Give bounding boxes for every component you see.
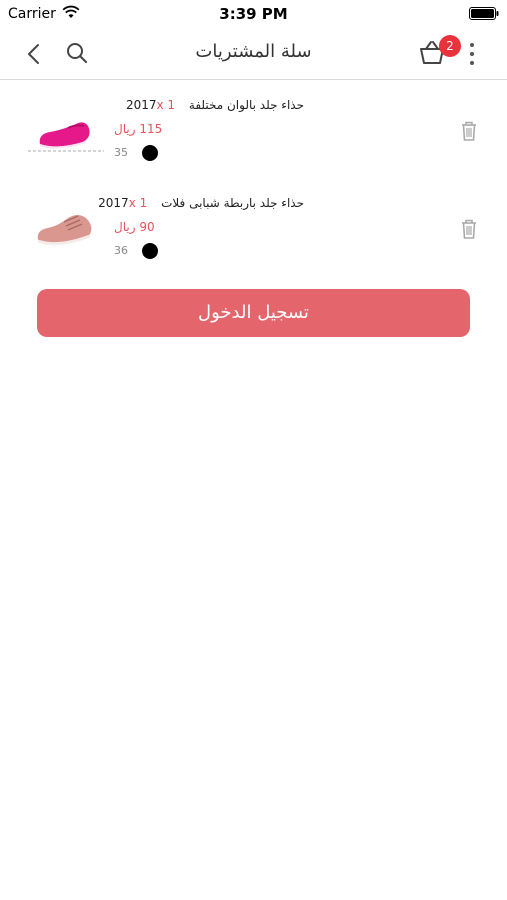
item-size: 36 xyxy=(114,244,128,257)
beige-shoe-image xyxy=(37,215,92,246)
more-vertical-icon[interactable] xyxy=(466,42,478,66)
cart-count-badge: 2 xyxy=(439,35,461,57)
trash-icon[interactable] xyxy=(460,218,478,240)
battery-icon xyxy=(469,7,499,20)
item-title-row: حذاء جلد باربطة شبابى فلات 2017x 1 xyxy=(98,196,304,210)
cart-item: حذاء جلد بالوان مختلفة 2017x 1 115 ريال … xyxy=(0,92,507,172)
status-bar: Carrier 3:39 PM xyxy=(0,0,507,28)
login-button[interactable]: تسجيل الدخول xyxy=(37,289,470,337)
item-title-row: حذاء جلد بالوان مختلفة 2017x 1 xyxy=(114,98,304,112)
nav-bar: سلة المشتريات 2 xyxy=(0,28,507,80)
clock: 3:39 PM xyxy=(219,5,288,23)
trash-icon[interactable] xyxy=(460,120,478,142)
item-color-swatch xyxy=(142,243,158,259)
cart-item: حذاء جلد باربطة شبابى فلات 2017x 1 90 ري… xyxy=(0,190,507,270)
item-price: 115 ريال xyxy=(114,122,163,136)
item-color-swatch xyxy=(142,145,158,161)
item-size: 35 xyxy=(114,146,128,159)
pink-shoe-image xyxy=(28,122,104,152)
item-quantity: x 1 xyxy=(156,98,176,112)
item-title: حذاء جلد بالوان مختلفة 2017 xyxy=(125,98,304,112)
item-price: 90 ريال xyxy=(114,220,155,234)
item-quantity: x 1 xyxy=(128,196,148,210)
